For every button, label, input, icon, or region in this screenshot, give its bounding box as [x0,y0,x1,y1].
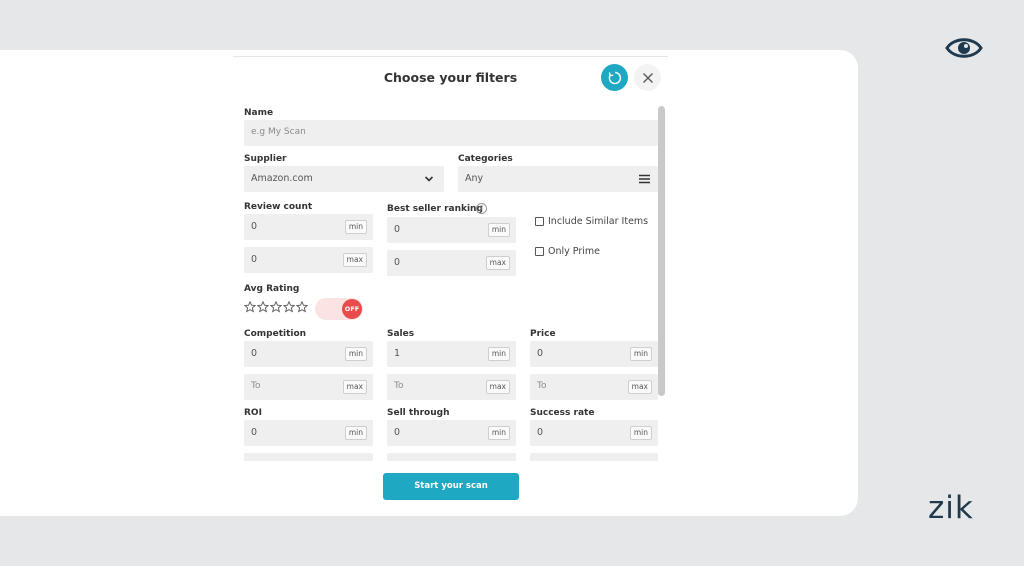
star-rating[interactable] [244,301,308,313]
star-icon[interactable] [244,301,256,313]
eye-icon [945,38,983,58]
toggle-knob: OFF [342,299,362,319]
max-tag: max [342,253,367,267]
min-tag: min [344,426,367,440]
avg-rating-label: Avg Rating [244,284,300,294]
competition-max-placeholder: To [251,381,261,391]
include-similar-label: Include Similar Items [548,216,649,227]
review-count-max-value: 0 [251,254,258,265]
min-tag: min [344,347,367,361]
success-rate-min-value: 0 [537,427,544,438]
max-tag: max [342,380,367,394]
star-icon[interactable] [296,301,308,313]
min-tag: min [344,220,367,234]
min-tag: min [629,347,652,361]
best-seller-max-input[interactable]: 0 max [387,250,516,276]
star-icon[interactable] [257,301,269,313]
help-icon[interactable]: ? [476,203,487,214]
start-scan-button[interactable]: Start your scan [383,473,519,500]
best-seller-max-value: 0 [394,257,401,268]
scrollbar[interactable] [658,106,665,396]
sell-through-label: Sell through [387,408,450,418]
price-min-value: 0 [537,348,544,359]
review-count-label: Review count [244,202,313,212]
best-seller-min-input[interactable]: 0 min [387,217,516,243]
name-input[interactable]: e.g My Scan [244,120,658,146]
categories-value: Any [465,173,484,184]
best-seller-ranking-label: Best seller ranking [387,204,483,214]
categories-label: Categories [458,154,513,164]
refresh-icon [608,71,621,84]
competition-min-value: 0 [251,348,258,359]
sales-min-value: 1 [394,348,401,359]
max-tag: max [485,380,510,394]
success-rate-max-input[interactable] [530,453,658,461]
sales-max-input[interactable]: To max [387,374,516,400]
min-tag: min [487,426,510,440]
avg-rating-toggle[interactable]: OFF [315,298,363,320]
supplier-value: Amazon.com [251,173,313,184]
sales-min-input[interactable]: 1 min [387,341,516,367]
min-tag: min [629,426,652,440]
competition-max-input[interactable]: To max [244,374,373,400]
sell-through-min-input[interactable]: 0 min [387,420,516,446]
star-icon[interactable] [270,301,282,313]
best-seller-min-value: 0 [394,224,401,235]
sales-label: Sales [387,329,415,339]
close-icon [642,72,653,83]
roi-label: ROI [244,408,262,418]
categories-select[interactable]: Any [458,166,658,192]
sell-through-max-input[interactable] [387,453,516,461]
min-tag: min [487,347,510,361]
filters-dialog: Choose your filters Name e.g My Scan Sup… [233,56,668,506]
review-count-min-input[interactable]: 0 min [244,214,373,240]
only-prime-checkbox[interactable] [535,247,544,256]
competition-min-input[interactable]: 0 min [244,341,373,367]
roi-max-input[interactable] [244,453,373,461]
menu-icon [639,174,650,184]
price-max-input[interactable]: To max [530,374,658,400]
min-tag: min [487,223,510,237]
name-label: Name [244,108,274,118]
reset-button[interactable] [601,64,628,91]
include-similar-checkbox[interactable] [535,217,544,226]
supplier-label: Supplier [244,154,287,164]
review-count-min-value: 0 [251,221,258,232]
price-label: Price [530,329,556,339]
chevron-down-icon [424,176,434,182]
price-min-input[interactable]: 0 min [530,341,658,367]
competition-label: Competition [244,329,307,339]
brand-logo: zik [928,490,974,526]
review-count-max-input[interactable]: 0 max [244,247,373,273]
sell-through-min-value: 0 [394,427,401,438]
sales-max-placeholder: To [394,381,404,391]
max-tag: max [485,256,510,270]
name-placeholder: e.g My Scan [251,127,306,137]
roi-min-value: 0 [251,427,258,438]
max-tag: max [627,380,652,394]
success-rate-min-input[interactable]: 0 min [530,420,658,446]
price-max-placeholder: To [537,381,547,391]
only-prime-label: Only Prime [548,246,600,257]
roi-min-input[interactable]: 0 min [244,420,373,446]
dialog-title: Choose your filters [383,70,518,85]
supplier-select[interactable]: Amazon.com [244,166,444,192]
close-button[interactable] [634,64,661,91]
success-rate-label: Success rate [530,408,595,418]
star-icon[interactable] [283,301,295,313]
divider [233,56,668,57]
